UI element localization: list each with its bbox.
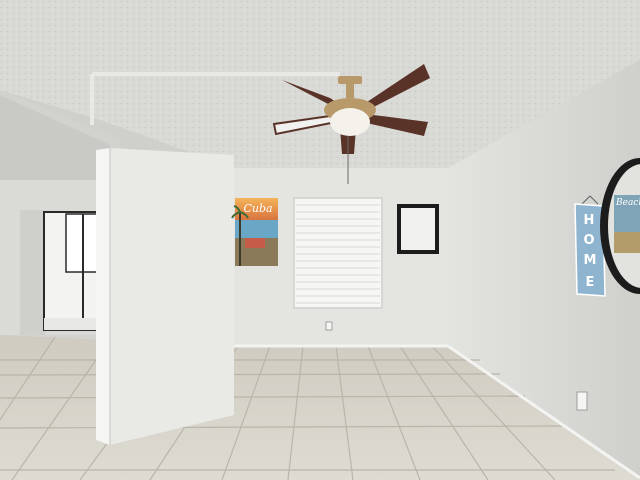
home-sign-letter-h: H [584,213,595,228]
window-frame [293,197,383,309]
poster-title: Cuba [243,202,272,215]
home-sign-letter-o: O [583,233,594,248]
wall-outlet-right [576,391,588,411]
home-sign-letter-e: E [586,275,595,290]
mirror-reflected-text: Beach [615,198,640,208]
cuba-poster: Cuba [231,198,278,266]
room-illustration: Cuba H O M E Beach [0,0,640,480]
wall-outlet-back [325,321,333,331]
door-edge [96,148,110,445]
home-sign: H O M E [574,195,606,297]
home-sign-letter-m: M [584,253,597,268]
open-door[interactable] [110,148,234,445]
fan-light [330,108,370,136]
room-photo: Cuba H O M E Beach [0,0,640,480]
doorway-frame [20,210,46,335]
